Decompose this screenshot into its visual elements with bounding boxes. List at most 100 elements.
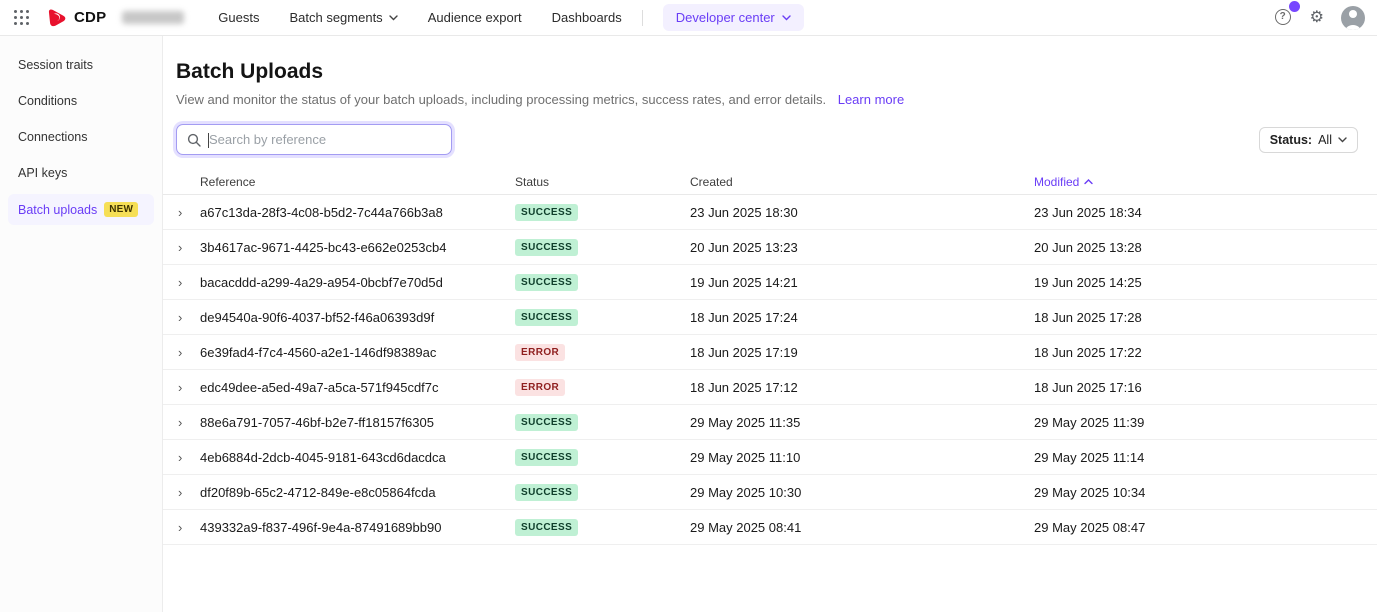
- table-row[interactable]: › 3b4617ac-9671-4425-bc43-e662e0253cb4 S…: [163, 230, 1377, 265]
- search-icon: [187, 133, 201, 147]
- table-row[interactable]: › df20f89b-65c2-4712-849e-e8c05864fcda S…: [163, 475, 1377, 510]
- status-badge: SUCCESS: [515, 239, 578, 256]
- nav-item-dashboards[interactable]: Dashboards: [552, 10, 622, 25]
- sidebar-item-api-keys[interactable]: API keys: [8, 158, 154, 188]
- table-row[interactable]: › a67c13da-28f3-4c08-b5d2-7c44a766b3a8 S…: [163, 195, 1377, 230]
- row-created: 18 Jun 2025 17:12: [690, 380, 1034, 395]
- table-body: › a67c13da-28f3-4c08-b5d2-7c44a766b3a8 S…: [163, 195, 1377, 545]
- sidebar-item-conditions[interactable]: Conditions: [8, 86, 154, 116]
- status-badge: ERROR: [515, 379, 565, 396]
- sidebar-item-session-traits[interactable]: Session traits: [8, 50, 154, 80]
- row-created: 29 May 2025 11:10: [690, 450, 1034, 465]
- app-logo[interactable]: CDP: [46, 8, 106, 27]
- nav-divider: [642, 10, 643, 26]
- table-row[interactable]: › edc49dee-a5ed-49a7-a5ca-571f945cdf7c E…: [163, 370, 1377, 405]
- row-reference: 88e6a791-7057-46bf-b2e7-ff18157f6305: [200, 415, 515, 430]
- row-created: 29 May 2025 11:35: [690, 415, 1034, 430]
- chevron-down-icon: [782, 15, 791, 21]
- sidebar: Session traits Conditions Connections AP…: [0, 36, 163, 612]
- row-reference: bacacddd-a299-4a29-a954-0bcbf7e70d5d: [200, 275, 515, 290]
- primary-nav: Guests Batch segments Audience export Da…: [218, 10, 621, 25]
- sidebar-item-batch-uploads[interactable]: Batch uploads NEW: [8, 194, 154, 225]
- row-created: 29 May 2025 10:30: [690, 485, 1034, 500]
- column-header-status[interactable]: Status: [515, 175, 690, 189]
- brand-mark-icon: [46, 8, 67, 27]
- search-box[interactable]: [176, 124, 452, 155]
- row-modified: 29 May 2025 11:39: [1034, 415, 1377, 430]
- row-modified: 19 Jun 2025 14:25: [1034, 275, 1377, 290]
- table-controls: Status: All: [163, 124, 1377, 155]
- status-badge: SUCCESS: [515, 519, 578, 536]
- row-modified: 29 May 2025 10:34: [1034, 485, 1377, 500]
- row-modified: 29 May 2025 11:14: [1034, 450, 1377, 465]
- topbar-actions: ? ⚙: [1275, 6, 1365, 30]
- status-badge: SUCCESS: [515, 449, 578, 466]
- batch-uploads-table: Reference Status Created Modified › a67c…: [163, 171, 1377, 545]
- row-reference: edc49dee-a5ed-49a7-a5ca-571f945cdf7c: [200, 380, 515, 395]
- row-reference: 6e39fad4-f7c4-4560-a2e1-146df98389ac: [200, 345, 515, 360]
- table-row[interactable]: › 439332a9-f837-496f-9e4a-87491689bb90 S…: [163, 510, 1377, 545]
- row-reference: de94540a-90f6-4037-bf52-f46a06393d9f: [200, 310, 515, 325]
- row-created: 19 Jun 2025 14:21: [690, 275, 1034, 290]
- app-grid-icon[interactable]: [14, 10, 30, 26]
- topbar: CDP Guests Batch segments Audience expor…: [0, 0, 1377, 36]
- expand-row-chevron-icon[interactable]: ›: [163, 206, 200, 219]
- row-reference: a67c13da-28f3-4c08-b5d2-7c44a766b3a8: [200, 205, 515, 220]
- column-header-reference[interactable]: Reference: [200, 175, 515, 189]
- notification-dot: [1289, 1, 1300, 12]
- row-created: 20 Jun 2025 13:23: [690, 240, 1034, 255]
- table-row[interactable]: › 4eb6884d-2dcb-4045-9181-643cd6dacdca S…: [163, 440, 1377, 475]
- table-row[interactable]: › bacacddd-a299-4a29-a954-0bcbf7e70d5d S…: [163, 265, 1377, 300]
- page-description: View and monitor the status of your batc…: [176, 92, 1357, 107]
- table-row[interactable]: › 88e6a791-7057-46bf-b2e7-ff18157f6305 S…: [163, 405, 1377, 440]
- chevron-down-icon: [389, 15, 398, 21]
- nav-item-batch-segments[interactable]: Batch segments: [289, 10, 397, 25]
- row-modified: 20 Jun 2025 13:28: [1034, 240, 1377, 255]
- status-badge: SUCCESS: [515, 274, 578, 291]
- row-created: 29 May 2025 08:41: [690, 520, 1034, 535]
- text-caret: [208, 133, 209, 148]
- row-created: 18 Jun 2025 17:24: [690, 310, 1034, 325]
- status-badge: SUCCESS: [515, 414, 578, 431]
- status-filter-dropdown[interactable]: Status: All: [1259, 127, 1358, 153]
- expand-row-chevron-icon[interactable]: ›: [163, 276, 200, 289]
- expand-row-chevron-icon[interactable]: ›: [163, 346, 200, 359]
- row-reference: 439332a9-f837-496f-9e4a-87491689bb90: [200, 520, 515, 535]
- row-modified: 23 Jun 2025 18:34: [1034, 205, 1377, 220]
- help-icon[interactable]: ?: [1275, 9, 1293, 27]
- learn-more-link[interactable]: Learn more: [838, 92, 904, 107]
- expand-row-chevron-icon[interactable]: ›: [163, 381, 200, 394]
- table-row[interactable]: › 6e39fad4-f7c4-4560-a2e1-146df98389ac E…: [163, 335, 1377, 370]
- status-badge: SUCCESS: [515, 309, 578, 326]
- logo-text: CDP: [74, 9, 106, 26]
- expand-row-chevron-icon[interactable]: ›: [163, 416, 200, 429]
- expand-row-chevron-icon[interactable]: ›: [163, 451, 200, 464]
- expand-row-chevron-icon[interactable]: ›: [163, 241, 200, 254]
- expand-row-chevron-icon[interactable]: ›: [163, 521, 200, 534]
- nav-item-audience-export[interactable]: Audience export: [428, 10, 522, 25]
- settings-gear-icon[interactable]: ⚙: [1310, 10, 1324, 26]
- sidebar-item-connections[interactable]: Connections: [8, 122, 154, 152]
- row-reference: df20f89b-65c2-4712-849e-e8c05864fcda: [200, 485, 515, 500]
- search-input[interactable]: [209, 132, 441, 147]
- expand-row-chevron-icon[interactable]: ›: [163, 486, 200, 499]
- column-header-modified[interactable]: Modified: [1034, 175, 1377, 189]
- developer-center-button[interactable]: Developer center: [663, 4, 804, 31]
- row-modified: 18 Jun 2025 17:22: [1034, 345, 1377, 360]
- user-avatar[interactable]: [1341, 6, 1365, 30]
- column-header-created[interactable]: Created: [690, 175, 1034, 189]
- chevron-down-icon: [1338, 137, 1347, 143]
- expand-row-chevron-icon[interactable]: ›: [163, 311, 200, 324]
- row-created: 23 Jun 2025 18:30: [690, 205, 1034, 220]
- row-modified: 29 May 2025 08:47: [1034, 520, 1377, 535]
- table-header-row: Reference Status Created Modified: [163, 171, 1377, 195]
- main-content: Batch Uploads View and monitor the statu…: [163, 36, 1377, 612]
- row-reference: 4eb6884d-2dcb-4045-9181-643cd6dacdca: [200, 450, 515, 465]
- status-badge: SUCCESS: [515, 484, 578, 501]
- nav-item-guests[interactable]: Guests: [218, 10, 259, 25]
- row-reference: 3b4617ac-9671-4425-bc43-e662e0253cb4: [200, 240, 515, 255]
- table-row[interactable]: › de94540a-90f6-4037-bf52-f46a06393d9f S…: [163, 300, 1377, 335]
- row-modified: 18 Jun 2025 17:16: [1034, 380, 1377, 395]
- page-title: Batch Uploads: [176, 60, 1357, 84]
- status-badge: SUCCESS: [515, 204, 578, 221]
